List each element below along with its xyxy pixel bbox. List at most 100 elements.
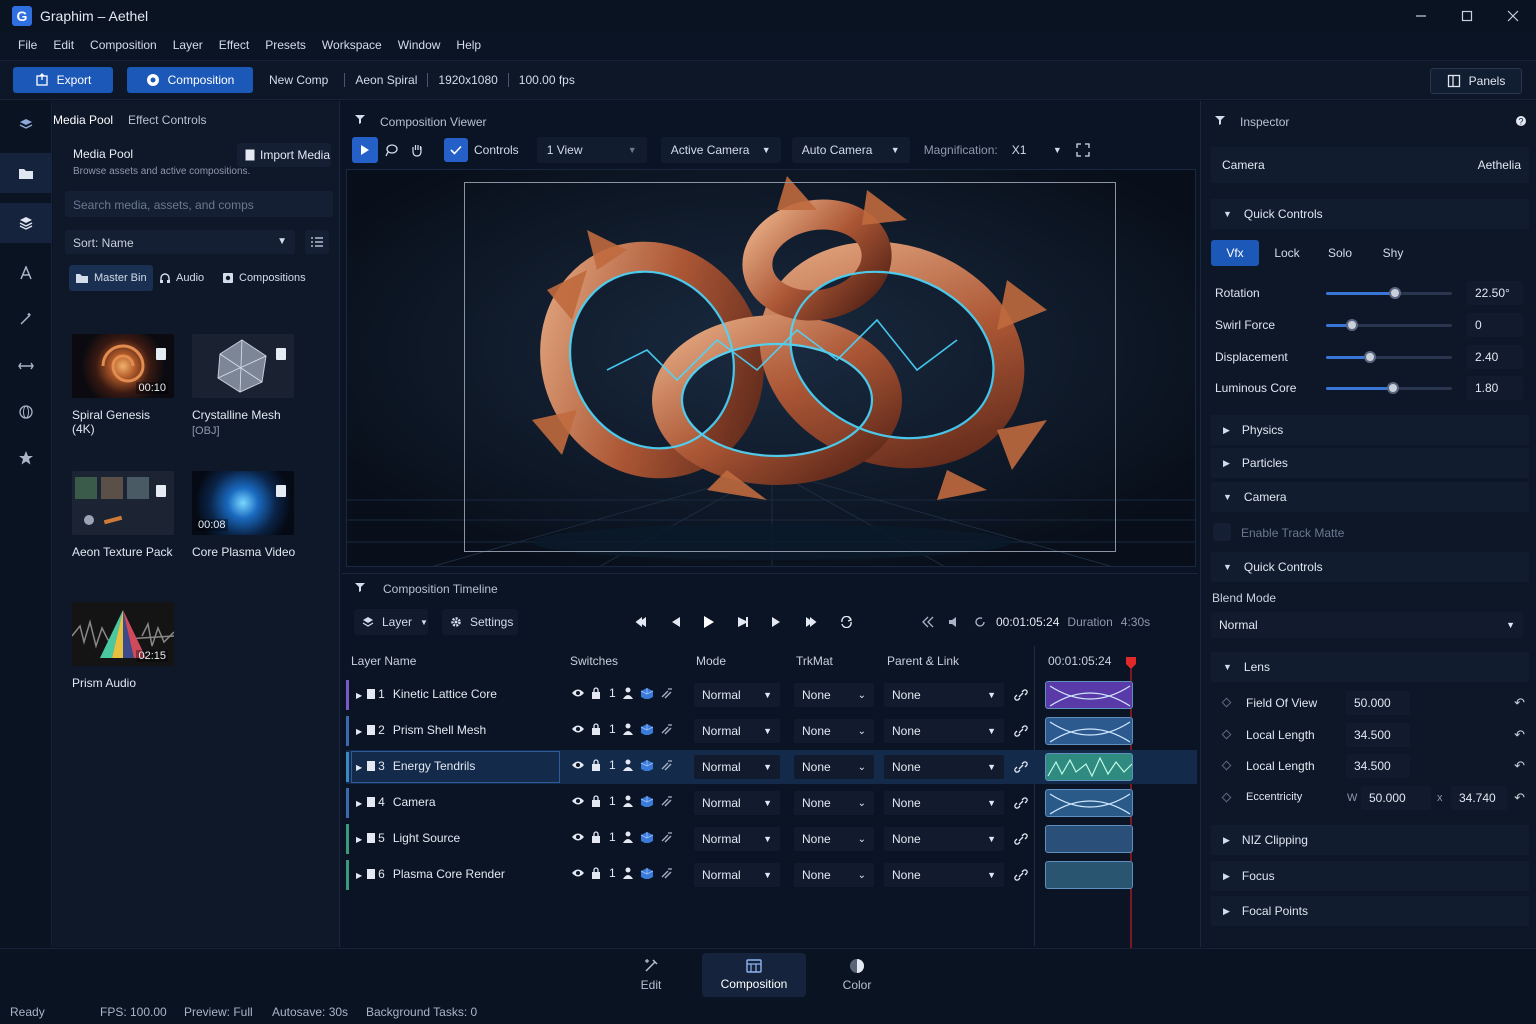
shy-toggle[interactable]: Shy [1369,240,1417,266]
mode-dropdown[interactable]: Normal ▼ [694,719,780,743]
nav-composition[interactable]: Composition [702,953,806,997]
solo-person-icon[interactable] [622,687,634,699]
link-chain-icon[interactable] [1014,761,1028,773]
nav-edit[interactable]: Edit [599,953,703,997]
slider-handle[interactable] [1386,382,1399,394]
table-row[interactable]: ▶ 3 Energy Tendrils 1 Normal ▼ None ⌄ None ▼ [346,750,1197,784]
reset-icon[interactable]: ↶ [1514,790,1525,806]
expand-triangle-icon[interactable]: ▶ [356,799,362,808]
track-matte-checkbox[interactable] [1213,523,1231,541]
layer-dropdown[interactable]: Layer ▼ [354,609,428,635]
eccentricity-w-input[interactable]: 50.000 [1361,786,1431,810]
table-row[interactable]: ▶ 5 Light Source 1 Normal ▼ None ⌄ None ▼ [346,822,1197,856]
list-view-button[interactable] [305,230,329,254]
camera-section[interactable]: ▼ Camera [1211,482,1529,512]
search-input[interactable]: Search media, assets, and comps [65,191,333,217]
parent-dropdown[interactable]: None ▼ [884,755,1004,779]
lock-icon[interactable] [591,723,601,735]
slider-value-input[interactable]: 22.50° [1467,281,1523,305]
motion-blur-icon[interactable] [660,795,674,807]
slider-value-input[interactable]: 0 [1467,313,1523,337]
local-length-input[interactable]: 34.500 [1346,723,1410,747]
slider-handle[interactable] [1364,351,1377,363]
filter-compositions[interactable]: Compositions [216,265,312,291]
keyframe-diamond-icon[interactable] [1221,792,1232,803]
focus-section[interactable]: ▶ Focus [1211,861,1529,891]
mode-dropdown[interactable]: Normal ▼ [694,791,780,815]
expand-triangle-icon[interactable]: ▶ [356,871,362,880]
lens-section[interactable]: ▼ Lens [1211,652,1529,682]
filter-audio[interactable]: Audio [153,265,210,291]
fit-screen-icon[interactable] [1076,143,1090,157]
lock-icon[interactable] [591,687,601,699]
visibility-eye-icon[interactable] [571,760,585,770]
lock-icon[interactable] [591,795,601,807]
3d-cube-icon[interactable] [640,795,654,807]
menu-effect[interactable]: Effect [211,38,257,52]
physics-section[interactable]: ▶ Physics [1211,415,1529,445]
layers-icon[interactable] [0,203,52,243]
hand-tool-button[interactable] [404,137,430,163]
expand-triangle-icon[interactable]: ▶ [356,727,362,736]
asset-item[interactable]: Aeon Texture Pack [72,471,176,559]
panels-button[interactable]: Panels [1430,68,1522,94]
visibility-eye-icon[interactable] [571,832,585,842]
visibility-eye-icon[interactable] [571,868,585,878]
solo-person-icon[interactable] [622,795,634,807]
menu-layer[interactable]: Layer [165,38,211,52]
controls-checkbox[interactable] [444,138,468,162]
logo-layers-icon[interactable] [0,105,52,145]
menu-window[interactable]: Window [390,38,449,52]
keyframe-diamond-icon[interactable] [1221,760,1232,771]
solo-toggle[interactable]: Solo [1316,240,1364,266]
asset-item[interactable]: 02:15 Prism Audio [72,602,176,690]
slider-value-input[interactable]: 2.40 [1467,345,1523,369]
particles-section[interactable]: ▶ Particles [1211,448,1529,478]
mode-dropdown[interactable]: Normal ▼ [694,755,780,779]
lock-icon[interactable] [591,831,601,843]
slider-handle[interactable] [1389,287,1402,299]
rewind-icon[interactable] [922,616,934,628]
nav-color[interactable]: Color [805,953,909,997]
magnification-dropdown[interactable]: X1 ▼ [1002,137,1072,163]
solo-person-icon[interactable] [622,831,634,843]
niz-clipping-section[interactable]: ▶ NIZ Clipping [1211,825,1529,855]
table-row[interactable]: ▶ 2 Prism Shell Mesh 1 Normal ▼ None ⌄ None ▼ [346,714,1197,748]
solo-person-icon[interactable] [622,867,634,879]
link-chain-icon[interactable] [1014,797,1028,809]
solo-person-icon[interactable] [622,723,634,735]
3d-cube-icon[interactable] [640,867,654,879]
skip-start-icon[interactable] [634,616,647,628]
maximize-button[interactable] [1444,0,1490,32]
motion-blur-icon[interactable] [660,723,674,735]
parent-dropdown[interactable]: None ▼ [884,827,1004,851]
slider-track[interactable] [1326,319,1452,331]
trkmat-dropdown[interactable]: None ⌄ [794,791,874,815]
parent-dropdown[interactable]: None ▼ [884,719,1004,743]
slider-track[interactable] [1326,382,1452,394]
lock-icon[interactable] [591,867,601,879]
new-comp-button[interactable]: New Comp [269,73,328,87]
3d-cube-icon[interactable] [640,831,654,843]
view-dropdown[interactable]: 1 View ▼ [536,137,647,163]
table-row[interactable]: ▶ 1 Kinetic Lattice Core 1 Normal ▼ None ⌄ None ▼ [346,678,1197,712]
reset-icon[interactable]: ↶ [1514,758,1525,774]
export-button[interactable]: Export [13,67,113,93]
menu-presets[interactable]: Presets [257,38,314,52]
table-row[interactable]: ▶ 4 Camera 1 Normal ▼ None ⌄ None ▼ [346,786,1197,820]
local-length-2-input[interactable]: 34.500 [1346,754,1410,778]
settings-button[interactable]: Settings [442,609,518,635]
mode-dropdown[interactable]: Normal ▼ [694,863,780,887]
parent-dropdown[interactable]: None ▼ [884,791,1004,815]
tab-media-pool[interactable]: Media Pool [53,113,113,127]
reset-icon[interactable]: ↶ [1514,727,1525,743]
minimize-button[interactable] [1398,0,1444,32]
volume-icon[interactable] [948,616,960,628]
viewer-canvas[interactable] [346,169,1196,567]
lock-toggle[interactable]: Lock [1263,240,1311,266]
link-chain-icon[interactable] [1014,869,1028,881]
slider-value-input[interactable]: 1.80 [1467,376,1523,400]
slider-track[interactable] [1326,287,1452,299]
link-chain-icon[interactable] [1014,833,1028,845]
visibility-eye-icon[interactable] [571,688,585,698]
